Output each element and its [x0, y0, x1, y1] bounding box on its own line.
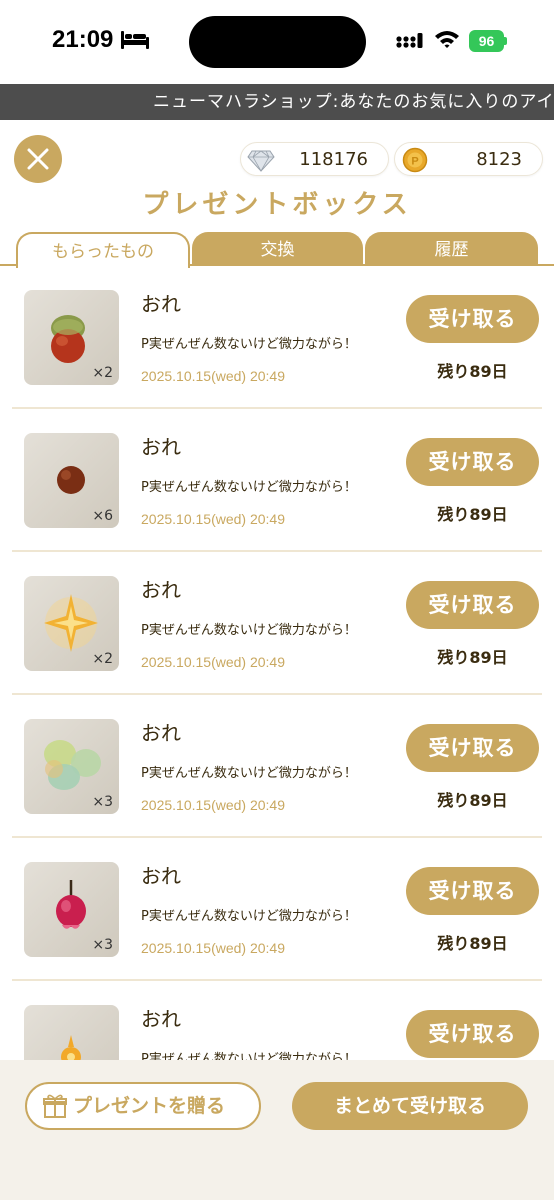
remaining-days: 残り89日 [437, 648, 508, 667]
status-bar: 21:09 96 [0, 0, 554, 84]
item-message: P実ぜんぜん数ないけど微力ながら！ [141, 480, 357, 495]
item-date: 2025.10.15(wed) 20:49 [141, 654, 285, 670]
list-item: ×2 おれ P実ぜんぜん数ないけど微力ながら！ 2025.10.15(wed) … [12, 552, 542, 695]
flower-icon [61, 1035, 81, 1060]
present-list[interactable]: ×2 おれ P実ぜんぜん数ないけど微力ながら！ 2025.10.15(wed) … [0, 266, 554, 1060]
item-thumbnail [24, 1005, 119, 1060]
news-ticker[interactable]: ニューマハラショップ:あなたのお気に入りのアイテ [0, 84, 554, 120]
battery-indicator: 96 [469, 30, 507, 52]
wifi-icon [435, 31, 459, 48]
close-button[interactable] [14, 135, 62, 183]
send-present-button[interactable]: プレゼントを贈る [25, 1082, 261, 1130]
tab-received[interactable]: もらったもの [16, 232, 190, 268]
battery-level: 96 [469, 30, 504, 52]
remaining-days: 残り89日 [437, 505, 508, 524]
sender-name: おれ [141, 1007, 181, 1031]
sender-name: おれ [141, 578, 181, 602]
coin-icon: P [402, 147, 428, 173]
coin-count: 8123 [476, 149, 522, 170]
battery-cap [504, 37, 507, 45]
coin-counter: P 8123 [394, 142, 543, 176]
item-thumbnail: ×3 [24, 719, 119, 814]
receive-button[interactable]: 受け取る [406, 438, 539, 486]
receive-button[interactable]: 受け取る [406, 295, 539, 343]
remaining-days: 残り89日 [437, 791, 508, 810]
send-present-label: プレゼントを贈る [73, 1095, 226, 1117]
item-quantity: ×2 [92, 651, 113, 667]
item-quantity: ×2 [92, 365, 113, 381]
item-date: 2025.10.15(wed) 20:49 [141, 797, 285, 813]
receive-button[interactable]: 受け取る [406, 581, 539, 629]
item-thumbnail: ×2 [24, 290, 119, 385]
item-message: P実ぜんぜん数ないけど微力ながら！ [141, 623, 357, 638]
signal-icon [396, 33, 423, 48]
sender-name: おれ [141, 721, 181, 745]
bed-icon [121, 31, 149, 49]
item-thumbnail: ×6 [24, 433, 119, 528]
receive-button[interactable]: 受け取る [406, 724, 539, 772]
sender-name: おれ [141, 864, 181, 888]
item-date: 2025.10.15(wed) 20:49 [141, 511, 285, 527]
footer-bar: プレゼントを贈る まとめて受け取る [0, 1060, 554, 1200]
list-item: ×3 おれ P実ぜんぜん数ないけど微力ながら！ 2025.10.15(wed) … [12, 695, 542, 838]
item-thumbnail: ×3 [24, 862, 119, 957]
item-message: P実ぜんぜん数ないけど微力ながら！ [141, 1052, 357, 1060]
sender-name: おれ [141, 435, 181, 459]
tab-history[interactable]: 履歴 [365, 232, 538, 266]
close-icon [27, 148, 49, 170]
item-quantity: ×6 [92, 508, 113, 524]
gem-count: 118176 [299, 149, 368, 170]
list-item: おれ P実ぜんぜん数ないけど微力ながら！ 受け取る [12, 981, 542, 1060]
item-quantity: ×3 [92, 937, 113, 953]
list-item: ×6 おれ P実ぜんぜん数ないけど微力ながら！ 2025.10.15(wed) … [12, 409, 542, 552]
list-item: ×2 おれ P実ぜんぜん数ないけど微力ながら！ 2025.10.15(wed) … [12, 266, 542, 409]
receive-button[interactable]: 受け取る [406, 1010, 539, 1058]
item-date: 2025.10.15(wed) 20:49 [141, 940, 285, 956]
gift-icon [43, 1094, 67, 1118]
page-title: プレゼントボックス [142, 190, 412, 220]
dynamic-island [189, 16, 366, 68]
item-message: P実ぜんぜん数ないけど微力ながら！ [141, 766, 357, 781]
receive-all-button[interactable]: まとめて受け取る [292, 1082, 528, 1130]
item-thumbnail: ×2 [24, 576, 119, 671]
remaining-days: 残り89日 [437, 362, 508, 381]
remaining-days: 残り89日 [437, 934, 508, 953]
gem-counter: 118176 [240, 142, 389, 176]
status-time: 21:09 [52, 26, 114, 53]
item-date: 2025.10.15(wed) 20:49 [141, 368, 285, 384]
item-quantity: ×3 [92, 794, 113, 810]
sender-name: おれ [141, 292, 181, 316]
list-item: ×3 おれ P実ぜんぜん数ないけど微力ながら！ 2025.10.15(wed) … [12, 838, 542, 981]
item-message: P実ぜんぜん数ないけど微力ながら！ [141, 909, 357, 924]
receive-button[interactable]: 受け取る [406, 867, 539, 915]
tab-exchange[interactable]: 交換 [192, 232, 363, 266]
diamond-icon [247, 150, 275, 172]
item-message: P実ぜんぜん数ないけど微力ながら！ [141, 337, 357, 352]
svg-text:P: P [411, 156, 418, 168]
